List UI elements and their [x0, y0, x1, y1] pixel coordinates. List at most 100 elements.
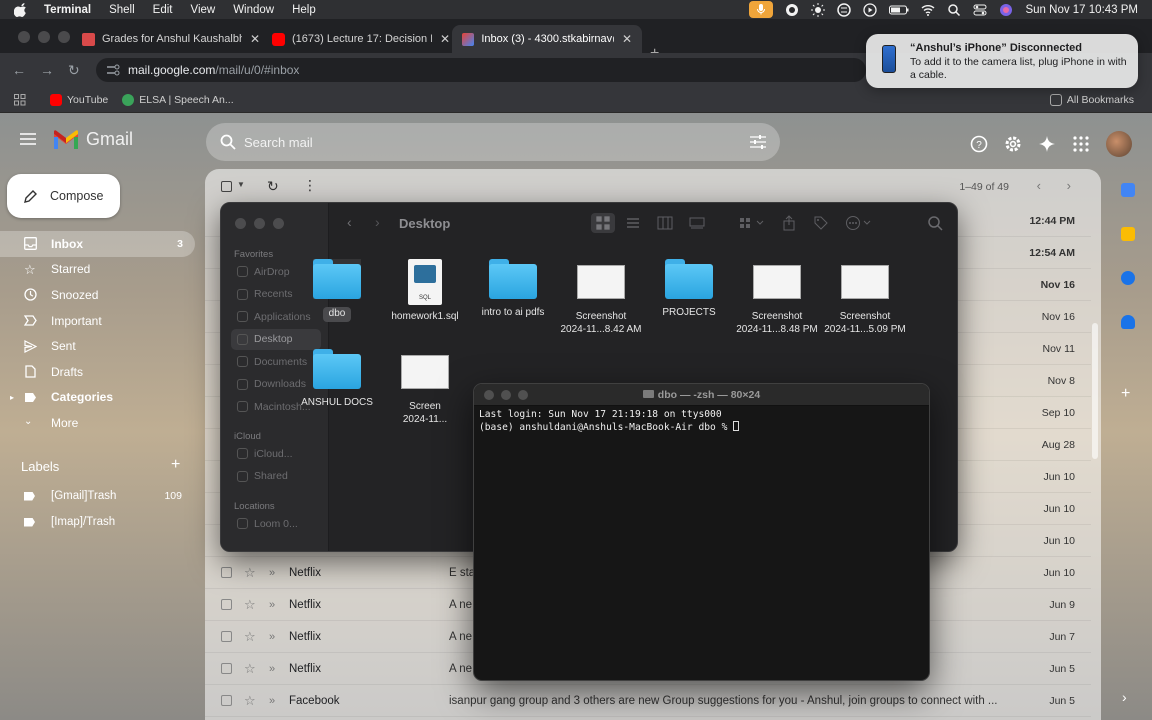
share-icon[interactable] [781, 215, 797, 231]
expand-arrow-icon[interactable]: ▸ [10, 393, 14, 402]
refresh-icon[interactable]: ↻ [267, 178, 279, 195]
menu-window[interactable]: Window [233, 4, 274, 16]
browser-window-controls[interactable] [18, 31, 70, 43]
select-dropdown-icon[interactable]: ▼ [237, 180, 245, 189]
browser-tab-lecture[interactable]: (1673) Lecture 17: Decision N ✕ [262, 25, 460, 53]
battery-icon[interactable] [889, 3, 909, 17]
search-icon[interactable] [927, 215, 943, 231]
menu-view[interactable]: View [190, 4, 215, 16]
row-checkbox[interactable] [221, 599, 232, 610]
tunnel-icon[interactable] [837, 2, 852, 17]
row-checkbox[interactable] [221, 695, 232, 706]
list-view-icon[interactable] [625, 215, 641, 231]
important-marker-icon[interactable]: » [269, 631, 275, 643]
terminal-output[interactable]: Last login: Sun Nov 17 21:19:18 on ttys0… [474, 406, 929, 436]
important-marker-icon[interactable]: » [269, 567, 275, 579]
keep-icon[interactable] [1121, 227, 1135, 241]
finder-item[interactable]: Screenshot 2024-11...8.42 AM [557, 259, 645, 336]
contacts-icon[interactable] [1121, 315, 1135, 329]
bookmark-youtube[interactable]: YouTube [50, 93, 108, 106]
finder-item[interactable]: Screen 2024-11... [381, 349, 469, 426]
mail-scrollbar[interactable] [1092, 323, 1098, 459]
more-actions-icon[interactable] [845, 215, 873, 231]
iphone-disconnected-notification[interactable]: “Anshul’s iPhone” Disconnected To add it… [866, 34, 1138, 88]
search-options-icon[interactable] [750, 135, 766, 149]
more-options-icon[interactable]: ⋮ [303, 177, 317, 194]
terminal-titlebar[interactable]: dbo — -zsh — 80×24 [474, 384, 929, 406]
compose-button[interactable]: Compose [7, 174, 120, 218]
nav-sent[interactable]: Sent [0, 333, 195, 359]
menu-edit[interactable]: Edit [153, 4, 173, 16]
nav-snoozed[interactable]: Snoozed [0, 282, 195, 308]
reload-icon[interactable]: ↻ [68, 62, 80, 79]
group-by-icon[interactable] [739, 215, 767, 231]
calendar-icon[interactable] [1121, 183, 1135, 197]
row-checkbox[interactable] [221, 663, 232, 674]
siri-icon[interactable] [999, 3, 1013, 17]
nav-inbox[interactable]: Inbox 3 [0, 231, 195, 257]
browser-tab-grades[interactable]: Grades for Anshul Kaushalbh ✕ [72, 25, 270, 53]
google-apps-icon[interactable] [1072, 135, 1090, 153]
icon-view-icon[interactable] [591, 213, 615, 233]
add-label-icon[interactable]: + [171, 456, 180, 474]
older-page-icon[interactable]: › [1067, 178, 1071, 193]
grammarly-icon[interactable] [785, 3, 799, 17]
row-checkbox[interactable] [221, 567, 232, 578]
expand-panel-icon[interactable]: › [1122, 689, 1127, 705]
finder-item[interactable]: dbo [293, 259, 381, 322]
mail-row[interactable]: ☆ » Facebook isanpur gang group and 3 other… [205, 685, 1091, 717]
finder-item[interactable]: Screenshot 2024-11...5.09 PM [821, 259, 909, 336]
play-icon[interactable] [863, 2, 878, 17]
sidebar-item-shared[interactable]: Shared [231, 466, 321, 487]
nav-drafts[interactable]: Drafts [0, 359, 195, 385]
menubar-clock[interactable]: Sun Nov 17 10:43 PM [1025, 4, 1138, 16]
finder-item[interactable]: SQL homework1.sql [381, 259, 469, 324]
gmail-logo[interactable]: Gmail [52, 129, 133, 150]
menu-shell[interactable]: Shell [109, 4, 135, 16]
tasks-icon[interactable] [1121, 271, 1135, 285]
apple-icon[interactable] [14, 2, 28, 17]
settings-gear-icon[interactable] [1004, 135, 1022, 153]
close-tab-icon[interactable]: ✕ [250, 32, 260, 46]
nav-important[interactable]: Important [0, 308, 195, 334]
nav-starred[interactable]: ☆ Starred [0, 257, 195, 283]
forward-icon[interactable]: › [375, 214, 380, 230]
microphone-icon[interactable] [749, 1, 774, 18]
important-marker-icon[interactable]: » [269, 695, 275, 707]
account-avatar[interactable] [1106, 131, 1132, 157]
important-marker-icon[interactable]: » [269, 663, 275, 675]
finder-item[interactable]: ANSHUL DOCS [293, 349, 381, 410]
star-icon[interactable]: ☆ [244, 565, 256, 581]
finder-item[interactable]: intro to ai pdfs [469, 259, 557, 320]
back-arrow-icon[interactable]: ← [12, 62, 26, 78]
star-icon[interactable]: ☆ [244, 629, 256, 645]
star-icon[interactable]: ☆ [244, 597, 256, 613]
site-settings-icon[interactable] [106, 64, 120, 76]
gemini-sparkle-icon[interactable] [1038, 135, 1056, 153]
star-icon[interactable]: ☆ [244, 693, 256, 709]
tag-icon[interactable] [813, 215, 829, 231]
menu-help[interactable]: Help [292, 4, 316, 16]
select-all-checkbox[interactable] [221, 181, 232, 192]
spotlight-search-icon[interactable] [947, 3, 961, 17]
newer-page-icon[interactable]: ‹ [1037, 178, 1041, 193]
finder-window-controls[interactable] [235, 218, 284, 229]
gallery-view-icon[interactable] [689, 215, 705, 231]
column-view-icon[interactable] [657, 215, 673, 231]
browser-tab-inbox[interactable]: Inbox (3) - 4300.stkabirnav@ ✕ [452, 25, 642, 53]
add-addon-icon[interactable]: + [1121, 385, 1130, 403]
main-menu-icon[interactable] [20, 133, 36, 145]
sidebar-item-loom-0[interactable]: Loom 0... [231, 513, 321, 534]
all-bookmarks[interactable]: All Bookmarks [1049, 93, 1134, 106]
star-icon[interactable]: ☆ [244, 661, 256, 677]
help-icon[interactable]: ? [970, 135, 988, 153]
back-icon[interactable]: ‹ [347, 214, 352, 230]
forward-arrow-icon[interactable]: → [40, 62, 54, 78]
label-imap-trash[interactable]: [Imap]/Trash [24, 516, 184, 528]
row-checkbox[interactable] [221, 631, 232, 642]
important-marker-icon[interactable]: » [269, 599, 275, 611]
sidebar-item-icloud[interactable]: iCloud... [231, 443, 321, 464]
finder-item[interactable]: Screenshot 2024-11...8.48 PM [733, 259, 821, 336]
brightness-icon[interactable] [811, 2, 826, 17]
search-icon[interactable] [220, 134, 236, 150]
